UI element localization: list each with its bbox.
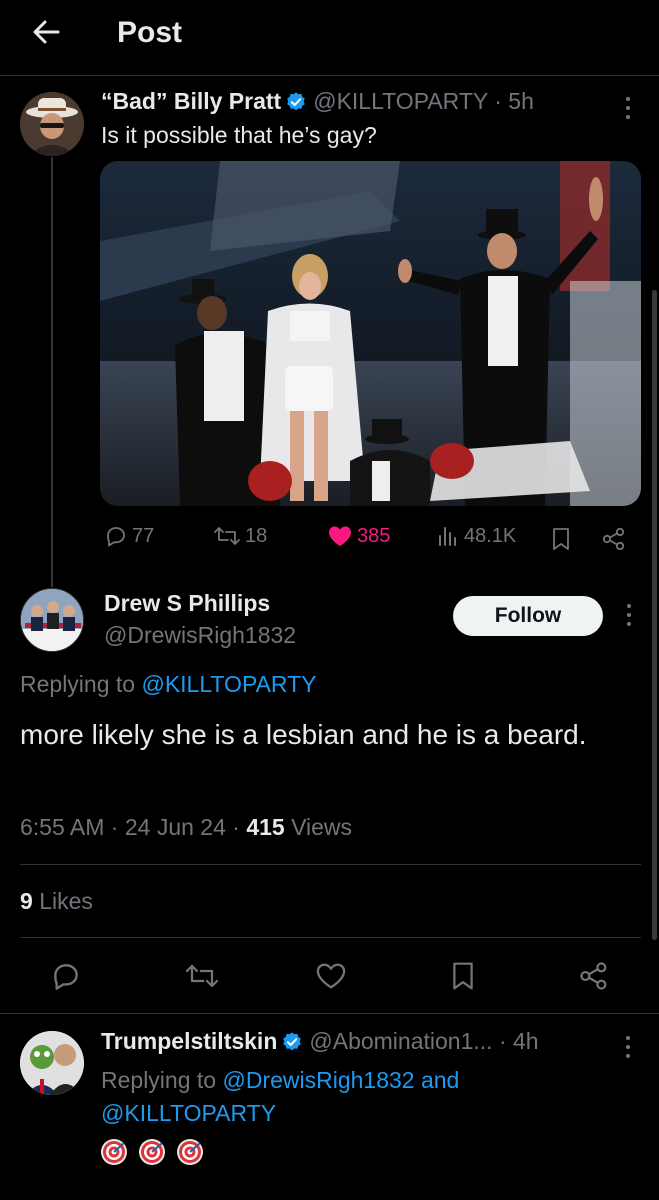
like-count: 385 <box>357 524 391 547</box>
post-image[interactable] <box>100 161 641 506</box>
share-icon[interactable] <box>601 526 627 557</box>
reply-icon <box>107 527 125 547</box>
author-handle[interactable]: @KILLTOPARTY <box>313 88 488 114</box>
top-bar: Post <box>0 0 659 76</box>
divider <box>0 1013 659 1014</box>
more-options-icon[interactable] <box>619 600 639 630</box>
mention-link[interactable]: @DrewisRigh1832 <box>222 1067 414 1093</box>
replying-to: Replying to @DrewisRigh1832 and @KILLTOP… <box>101 1064 621 1130</box>
divider <box>20 864 641 865</box>
like-button[interactable]: 385 <box>327 524 390 548</box>
author-handle[interactable]: @DrewisRigh1832 <box>104 622 296 649</box>
separator-dot: · <box>232 814 240 840</box>
reply-count: 77 <box>132 524 155 547</box>
bookmark-icon[interactable] <box>550 526 572 557</box>
views-label: Views <box>291 814 353 840</box>
reply-icon[interactable] <box>50 960 82 997</box>
back-arrow-icon[interactable] <box>28 14 64 50</box>
separator-dot: · <box>498 1028 507 1054</box>
conjunction: and <box>420 1067 460 1093</box>
separator-dot: · <box>110 814 119 840</box>
bookmark-icon[interactable] <box>449 960 477 997</box>
heart-icon[interactable] <box>314 961 348 996</box>
replying-prefix: Replying to <box>101 1067 217 1093</box>
divider <box>20 937 641 938</box>
analytics-icon <box>439 527 456 546</box>
author-name[interactable]: “Bad” Billy Pratt <box>101 88 281 114</box>
heart-filled-icon <box>329 526 351 546</box>
views-button[interactable]: 48.1K <box>436 524 516 548</box>
post-author-line: “Bad” Billy Pratt @KILLTOPARTY · 5h <box>101 88 534 115</box>
mention-link[interactable]: @KILLTOPARTY <box>101 1100 276 1126</box>
target-icon <box>177 1139 203 1165</box>
avatar[interactable] <box>20 588 84 652</box>
replying-to: Replying to @KILLTOPARTY <box>20 671 317 698</box>
verified-badge-icon <box>287 92 306 111</box>
avatar[interactable] <box>20 92 84 156</box>
reply-button[interactable]: 77 <box>104 524 154 548</box>
target-icon <box>101 1139 127 1165</box>
view-count: 48.1K <box>464 524 517 547</box>
verified-badge-icon <box>283 1032 302 1051</box>
author-name[interactable]: Drew S Phillips <box>104 590 270 617</box>
avatar[interactable] <box>20 1031 84 1095</box>
author-name[interactable]: Trumpelstiltskin <box>101 1028 277 1054</box>
post-date[interactable]: 24 Jun 24 <box>125 814 226 840</box>
post-time: 5h <box>508 88 534 114</box>
more-options-icon[interactable] <box>618 1032 638 1062</box>
replying-prefix: Replying to <box>20 671 136 697</box>
author-handle[interactable]: @Abomination1... <box>309 1028 492 1054</box>
mention-link[interactable]: @KILLTOPARTY <box>141 671 316 697</box>
follow-button[interactable]: Follow <box>453 596 603 636</box>
likes-count: 9 <box>20 888 33 914</box>
likes-label: Likes <box>39 888 93 914</box>
repost-count: 18 <box>245 524 268 547</box>
post-metadata: 6:55 AM · 24 Jun 24 · 415 Views <box>20 814 352 841</box>
more-options-icon[interactable] <box>618 93 638 123</box>
post-text: Is it possible that he’s gay? <box>101 122 377 148</box>
repost-button[interactable]: 18 <box>213 524 267 548</box>
share-icon[interactable] <box>578 960 610 997</box>
post-time[interactable]: 6:55 AM <box>20 814 104 840</box>
thread-connector-line <box>51 157 53 587</box>
repost-icon[interactable] <box>184 961 220 996</box>
views-count: 415 <box>246 814 285 840</box>
reply-text: more likely she is a lesbian and he is a… <box>20 719 587 750</box>
post-time: 4h <box>513 1028 539 1054</box>
separator-dot: · <box>494 88 502 114</box>
scrollbar[interactable] <box>652 290 657 940</box>
likes-summary[interactable]: 9 Likes <box>20 888 93 915</box>
page-title: Post <box>117 16 183 49</box>
target-icon <box>139 1139 165 1165</box>
repost-icon <box>214 527 240 545</box>
post-author-line: Trumpelstiltskin @Abomination1... · 4h <box>101 1028 539 1055</box>
reply-emoji-text <box>100 1138 204 1166</box>
